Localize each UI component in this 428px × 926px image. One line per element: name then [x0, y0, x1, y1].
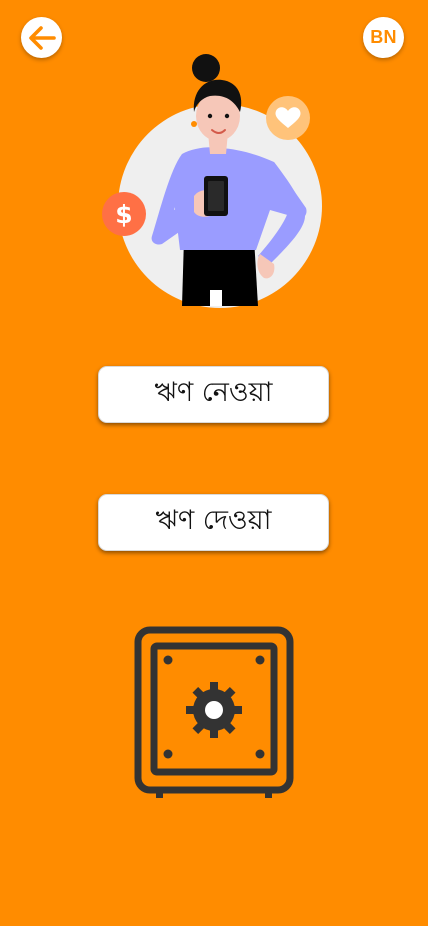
take-loan-button[interactable]: ঋণ নেওয়া	[98, 366, 329, 423]
give-loan-button[interactable]: ঋণ দেওয়া	[98, 494, 329, 551]
back-button[interactable]	[21, 17, 62, 58]
language-code: BN	[370, 27, 397, 47]
svg-text:$: $	[115, 200, 132, 229]
hero-illustration: $	[102, 54, 322, 308]
arrow-left-icon	[28, 25, 56, 50]
heart-icon	[266, 96, 310, 140]
dial-gear-icon	[186, 682, 242, 738]
safe-vault-icon[interactable]	[134, 626, 294, 801]
take-loan-label: ঋণ নেওয়া	[154, 377, 273, 408]
language-toggle-button[interactable]: BN	[363, 17, 404, 58]
give-loan-label: ঋণ দেওয়া	[155, 505, 272, 536]
dollar-coin-icon: $	[102, 192, 146, 236]
